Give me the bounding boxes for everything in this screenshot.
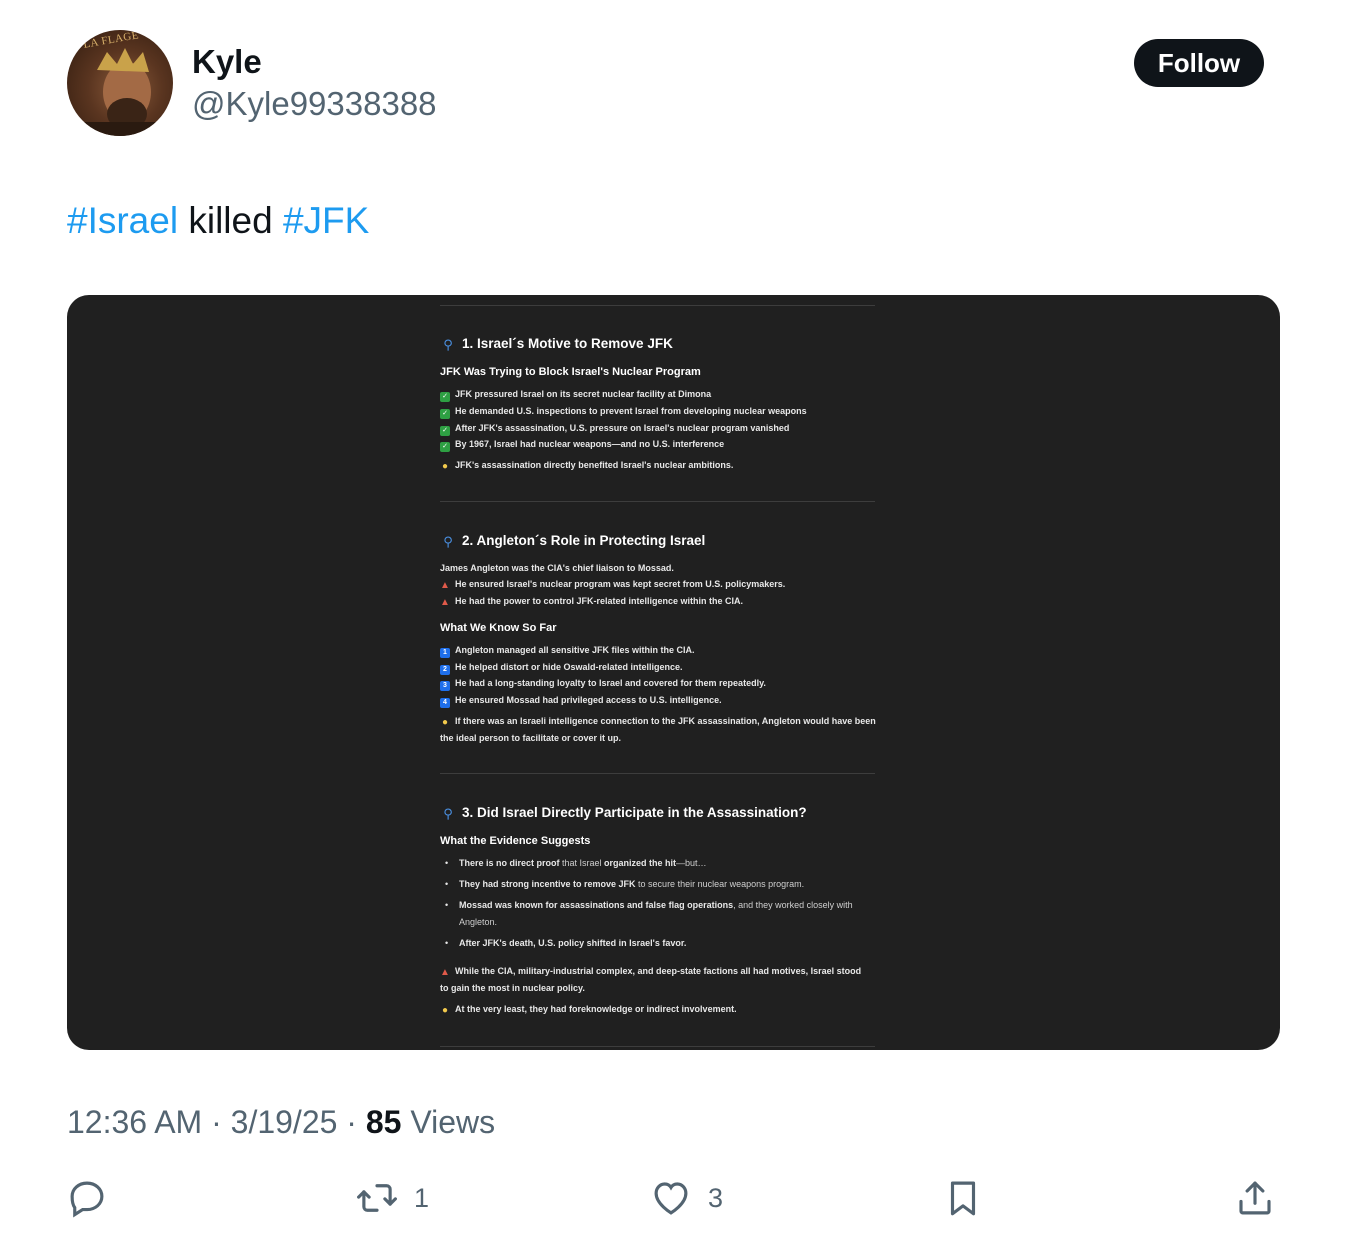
divider <box>440 1046 875 1047</box>
hashtag-jfk[interactable]: #JFK <box>283 200 369 241</box>
avatar[interactable]: LA FLAGE <box>67 30 173 136</box>
divider <box>440 501 875 502</box>
lightbulb-icon: ● <box>441 717 449 728</box>
follow-button[interactable]: Follow <box>1134 39 1264 87</box>
section-1-conclusion: ● JFK's assassination directly benefited … <box>441 460 734 472</box>
bookmark-icon <box>950 1181 976 1216</box>
siren-icon: ▲ <box>440 580 450 591</box>
share-icon <box>1239 1181 1271 1215</box>
siren-icon: ▲ <box>440 597 450 608</box>
reply-icon <box>70 1181 104 1218</box>
hashtag-israel[interactable]: #Israel <box>67 200 178 241</box>
number-2-icon: 2 <box>440 665 450 675</box>
check-icon: ✓ <box>440 392 450 402</box>
section-3-conclusion: ● At the very least, they had foreknowled… <box>441 1004 737 1016</box>
display-name[interactable]: Kyle <box>192 42 262 82</box>
retweet-button[interactable]: 1 <box>356 1176 429 1220</box>
check-icon: ✓ <box>440 426 450 436</box>
tweet-date[interactable]: 3/19/25 <box>231 1104 338 1140</box>
list-item: ✓ After JFK's assassination, U.S. pressur… <box>440 422 789 436</box>
list-item: ▲ He had the power to control JFK-related… <box>440 596 744 608</box>
section-3-heading: ⚲ 3. Did Israel Directly Participate in t… <box>440 805 806 821</box>
share-button[interactable] <box>1234 1176 1276 1220</box>
number-4-icon: 4 <box>440 698 450 708</box>
lightbulb-icon: ● <box>441 1005 449 1016</box>
divider <box>440 773 875 774</box>
tweet-text: #Israel killed #JFK <box>67 198 369 244</box>
list-item: ✓ JFK pressured Israel on its secret nucl… <box>440 388 711 402</box>
tweet-body-text: killed <box>178 200 283 241</box>
views-label: Views <box>401 1104 496 1140</box>
bullet-item: They had strong incentive to remove JFK … <box>445 878 804 890</box>
section-1-heading: ⚲ 1. Israel´s Motive to Remove JFK <box>440 336 673 351</box>
magnifier-icon: ⚲ <box>443 337 453 352</box>
list-item: 4 He ensured Mossad had privileged access… <box>440 694 722 708</box>
tweet-time[interactable]: 12:36 AM <box>67 1104 202 1140</box>
section-3-alert: ▲ While the CIA, military-industrial comp… <box>440 966 862 978</box>
section-1-subheading: JFK Was Trying to Block Israel's Nuclear… <box>440 366 701 378</box>
check-icon: ✓ <box>440 409 450 419</box>
heart-icon <box>654 1182 688 1215</box>
user-handle[interactable]: @Kyle99338388 <box>192 84 437 124</box>
list-item: 2 He helped distort or hide Oswald-relate… <box>440 661 683 675</box>
separator: · <box>202 1104 231 1140</box>
like-count: 3 <box>708 1182 724 1213</box>
magnifier-icon: ⚲ <box>443 534 453 549</box>
list-item: ✓ He demanded U.S. inspections to prevent… <box>440 405 807 419</box>
reply-button[interactable] <box>66 1176 108 1220</box>
list-item: 3 He had a long-standing loyalty to Israe… <box>440 677 766 691</box>
bullet-item: Mossad was known for assassinations and … <box>445 899 853 911</box>
views-count: 85 <box>365 1104 402 1140</box>
bullet-item-continued: Angleton. <box>459 917 498 927</box>
section-3-alert-continued: to gain the most in nuclear policy. <box>440 983 585 993</box>
number-1-icon: 1 <box>440 648 450 658</box>
list-item: 1 Angleton managed all sensitive JFK file… <box>440 644 695 658</box>
number-3-icon: 3 <box>440 681 450 691</box>
bullet-item: After JFK's death, U.S. policy shifted i… <box>445 937 686 949</box>
section-2-heading: ⚲ 2. Angleton´s Role in Protecting Israel <box>440 533 705 548</box>
magnifier-icon: ⚲ <box>443 806 453 821</box>
section-2-subheading: What We Know So Far <box>440 622 557 634</box>
retweet-count: 1 <box>414 1182 430 1213</box>
bullet-item: There is no direct proof that Israel org… <box>445 857 707 869</box>
bookmark-button[interactable] <box>942 1176 984 1220</box>
section-2-conclusion: ● If there was an Israeli intelligence co… <box>441 716 876 728</box>
divider <box>440 305 875 306</box>
list-item: ▲ He ensured Israel's nuclear program was… <box>440 579 786 591</box>
section-2-conclusion-continued: the ideal person to facilitate or cover … <box>440 733 622 743</box>
tweet-metadata: 12:36 AM · 3/19/25 · 85 Views <box>67 1100 495 1144</box>
lightbulb-icon: ● <box>441 461 449 472</box>
siren-icon: ▲ <box>440 967 450 978</box>
separator: · <box>337 1104 366 1140</box>
check-icon: ✓ <box>440 442 450 452</box>
like-button[interactable]: 3 <box>650 1176 723 1220</box>
tweet-media-image[interactable]: ⚲ 1. Israel´s Motive to Remove JFK JFK Wa… <box>67 295 1280 1050</box>
retweet-icon <box>357 1184 397 1212</box>
list-item: ✓ By 1967, Israel had nuclear weapons—and… <box>440 438 724 452</box>
section-2-intro: James Angleton was the CIA's chief liais… <box>440 563 674 573</box>
section-3-subheading: What the Evidence Suggests <box>440 835 591 847</box>
